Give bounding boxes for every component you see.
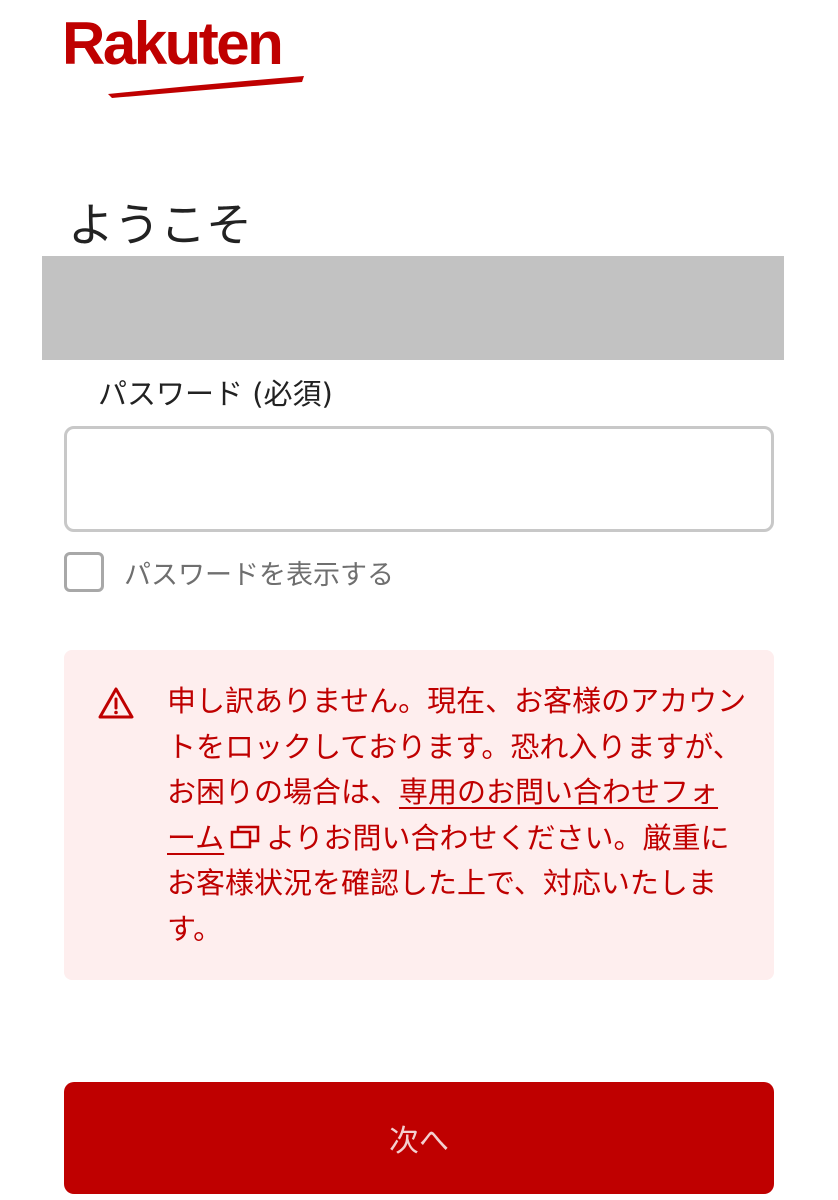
password-label: パスワード (必須) — [98, 377, 333, 411]
alert-message: 申し訳ありません。現在、お客様のアカウントをロックしております。恐れ入りますが、… — [167, 679, 747, 952]
rakuten-logo: Rakuten — [62, 10, 304, 98]
welcome-heading: ようこそ — [68, 198, 252, 252]
show-password-label[interactable]: パスワードを表示する — [124, 553, 394, 592]
redacted-user-id — [42, 256, 784, 360]
logo-swoosh — [108, 76, 304, 98]
show-password-checkbox[interactable] — [64, 552, 104, 592]
account-locked-alert: 申し訳ありません。現在、お客様のアカウントをロックしております。恐れ入りますが、… — [64, 650, 774, 980]
warning-triangle-icon — [98, 687, 134, 719]
external-window-icon[interactable] — [230, 824, 260, 850]
login-page: Rakuten ようこそ パスワード (必須) パスワードを表示する 申し訳あり… — [0, 0, 838, 1200]
next-button[interactable]: 次へ — [64, 1082, 774, 1194]
password-input[interactable] — [64, 426, 774, 532]
show-password-toggle[interactable]: パスワードを表示する — [64, 550, 394, 594]
